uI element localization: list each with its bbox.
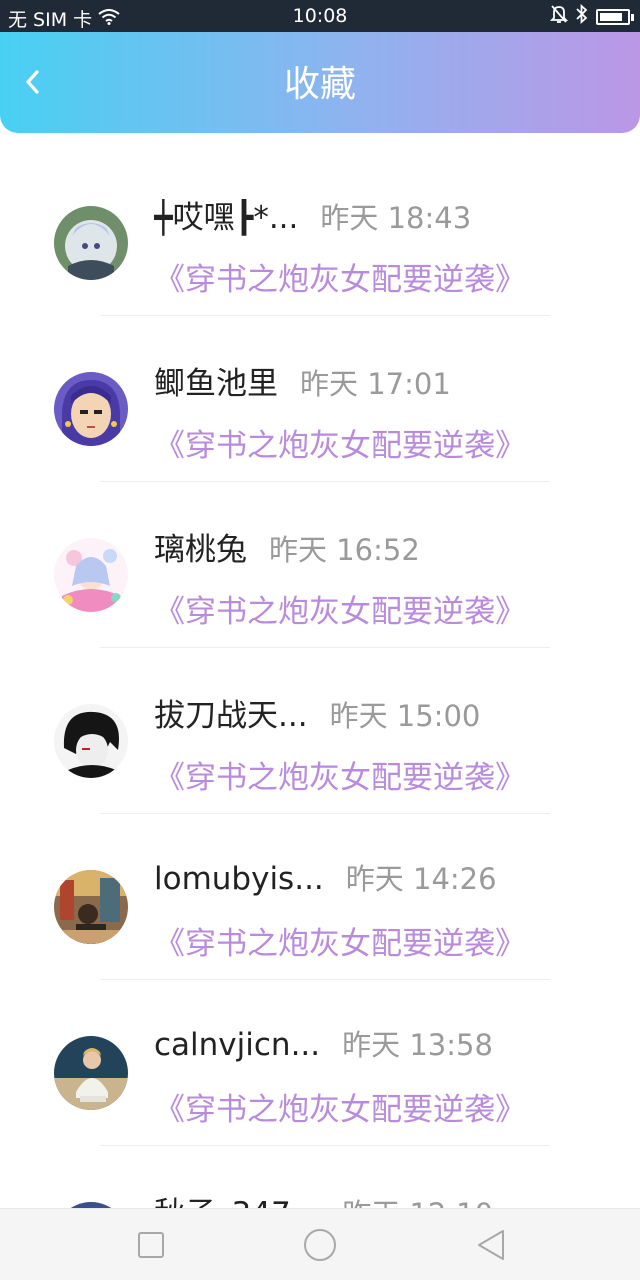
item-header: 璃桃兔 昨天 16:52 (154, 524, 420, 569)
avatar[interactable] (54, 704, 128, 778)
avatar[interactable] (54, 1036, 128, 1110)
item-header: ┿哎嘿┣*... 昨天 18:43 (154, 192, 471, 237)
timestamp: 昨天 18:43 (320, 201, 472, 235)
timestamp: 昨天 14:26 (345, 862, 497, 896)
header-bar: 收藏 (0, 32, 640, 133)
list-item[interactable]: 拔刀战天... 昨天 15:00 《穿书之炮灰女配要逆袭》 (0, 648, 640, 814)
nickname[interactable]: 拔刀战天... (154, 690, 308, 735)
battery-level (600, 12, 622, 21)
home-circle-icon (304, 1229, 336, 1261)
nickname[interactable]: 璃桃兔 (154, 524, 247, 569)
list-item[interactable]: calnvjicn... 昨天 13:58 《穿书之炮灰女配要逆袭》 (0, 980, 640, 1146)
book-title[interactable]: 《穿书之炮灰女配要逆袭》 (154, 918, 526, 963)
nickname[interactable]: lomubyis... (154, 861, 324, 897)
book-title[interactable]: 《穿书之炮灰女配要逆袭》 (154, 586, 526, 631)
nickname[interactable]: 鲫鱼池里 (154, 358, 278, 403)
item-header: lomubyis... 昨天 14:26 (154, 856, 497, 898)
list-item[interactable]: 鲫鱼池里 昨天 17:01 《穿书之炮灰女配要逆袭》 (0, 316, 640, 482)
bluetooth-icon (576, 3, 588, 29)
avatar[interactable] (54, 372, 128, 446)
system-nav-bar (0, 1208, 640, 1280)
book-title[interactable]: 《穿书之炮灰女配要逆袭》 (154, 254, 526, 299)
list-item[interactable]: 秋子_347... 昨天 12:10 (0, 1146, 640, 1208)
item-header: 鲫鱼池里 昨天 17:01 (154, 358, 451, 403)
book-title[interactable]: 《穿书之炮灰女配要逆袭》 (154, 752, 526, 797)
mute-bell-icon (549, 4, 569, 29)
avatar[interactable] (54, 206, 128, 280)
page-title: 收藏 (283, 64, 356, 105)
home-button[interactable] (302, 1227, 338, 1263)
book-title[interactable]: 《穿书之炮灰女配要逆袭》 (154, 1084, 526, 1129)
nickname[interactable]: ┿哎嘿┣*... (154, 192, 298, 237)
recent-apps-button[interactable] (133, 1227, 169, 1263)
timestamp: 昨天 12:10 (342, 1191, 493, 1208)
avatar[interactable] (54, 538, 128, 612)
list-item[interactable]: ┿哎嘿┣*... 昨天 18:43 《穿书之炮灰女配要逆袭》 (0, 150, 640, 316)
nickname[interactable]: calnvjicn... (154, 1027, 320, 1063)
recent-apps-square-icon (138, 1232, 164, 1258)
book-title[interactable]: 《穿书之炮灰女配要逆袭》 (154, 420, 526, 465)
item-header: 秋子_347... 昨天 12:10 (154, 1188, 493, 1208)
battery-icon (596, 8, 634, 25)
status-right (549, 3, 634, 29)
back-nav-button[interactable] (474, 1227, 510, 1263)
nickname[interactable]: 秋子_347... (154, 1188, 320, 1208)
back-triangle-icon (478, 1230, 504, 1260)
list-item[interactable]: 璃桃兔 昨天 16:52 《穿书之炮灰女配要逆袭》 (0, 482, 640, 648)
status-bar: 无 SIM 卡 10:08 (0, 0, 640, 32)
item-header: 拔刀战天... 昨天 15:00 (154, 690, 480, 735)
timestamp: 昨天 17:01 (300, 367, 451, 401)
timestamp: 昨天 13:58 (342, 1028, 493, 1062)
timestamp: 昨天 15:00 (329, 699, 481, 733)
item-header: calnvjicn... 昨天 13:58 (154, 1022, 493, 1064)
favorites-list: ┿哎嘿┣*... 昨天 18:43 《穿书之炮灰女配要逆袭》 鲫鱼池里 昨天 1… (0, 150, 640, 1208)
avatar[interactable] (54, 870, 128, 944)
timestamp: 昨天 16:52 (269, 533, 420, 567)
list-item[interactable]: lomubyis... 昨天 14:26 《穿书之炮灰女配要逆袭》 (0, 814, 640, 980)
status-time: 10:08 (292, 5, 348, 27)
